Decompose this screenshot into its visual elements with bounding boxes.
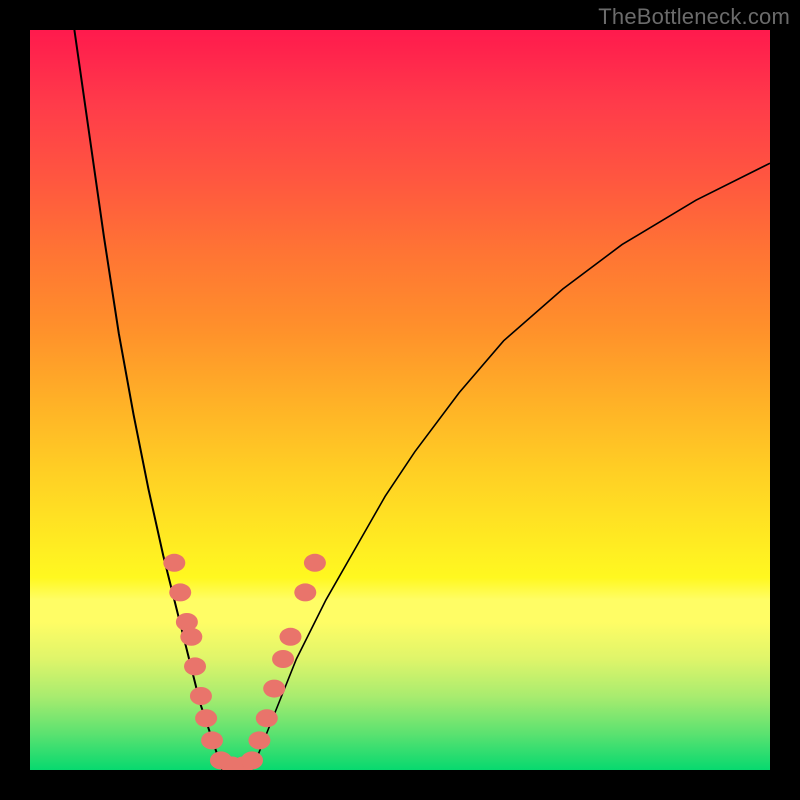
marker-point (241, 751, 263, 769)
right-curve (252, 163, 770, 770)
marker-point (294, 583, 316, 601)
marker-point (256, 709, 278, 727)
marker-point (263, 680, 285, 698)
marker-group (163, 554, 326, 770)
marker-point (304, 554, 326, 572)
marker-point (163, 554, 185, 572)
watermark-text: TheBottleneck.com (598, 4, 790, 30)
marker-point (195, 709, 217, 727)
marker-point (190, 687, 212, 705)
marker-point (248, 731, 270, 749)
marker-point (201, 731, 223, 749)
marker-point (279, 628, 301, 646)
marker-point (184, 657, 206, 675)
marker-point (169, 583, 191, 601)
plot-area (30, 30, 770, 770)
curves-svg (30, 30, 770, 770)
marker-point (272, 650, 294, 668)
marker-point (180, 628, 202, 646)
chart-frame: TheBottleneck.com (0, 0, 800, 800)
